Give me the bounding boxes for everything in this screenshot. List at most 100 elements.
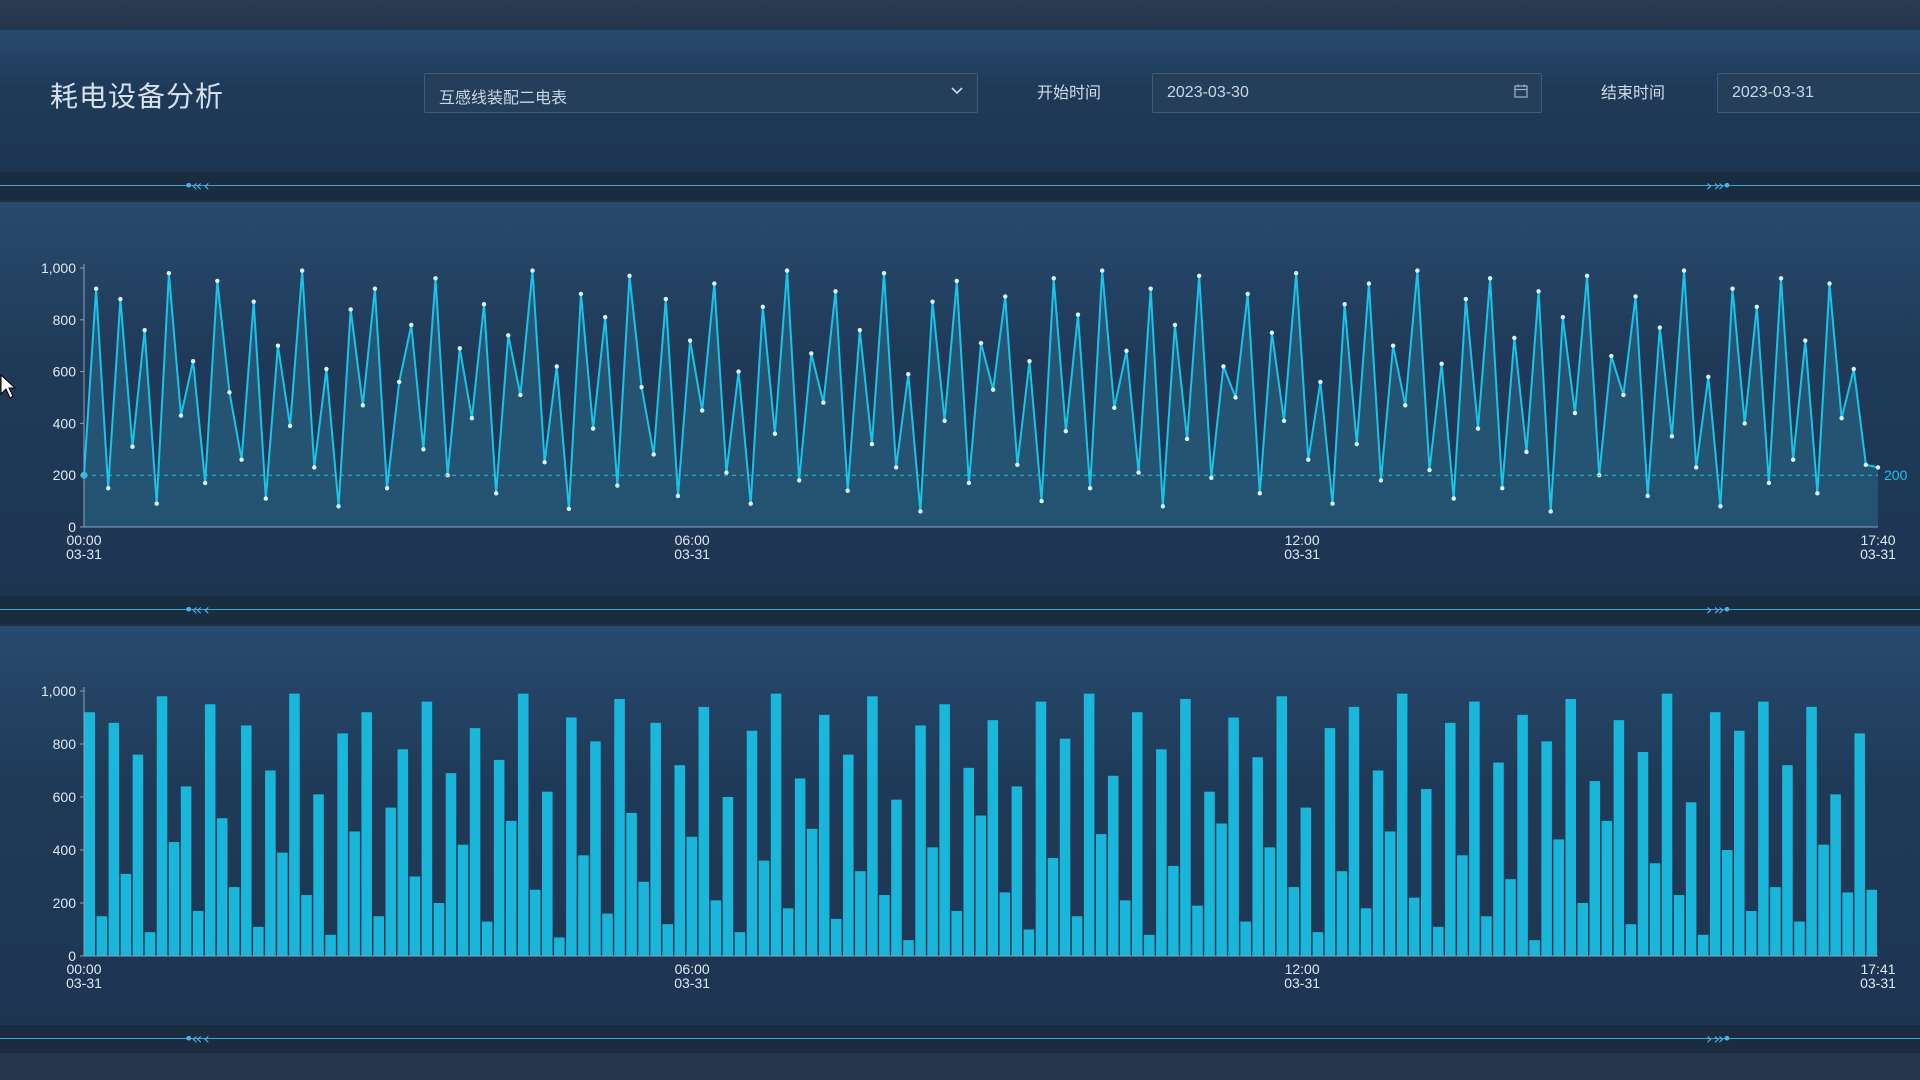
- line-point: [918, 509, 923, 514]
- bar: [1132, 712, 1143, 956]
- bar: [1770, 887, 1781, 956]
- line-point: [1754, 304, 1759, 310]
- bar: [1818, 844, 1829, 956]
- line-point: [1584, 273, 1590, 278]
- bar: [1806, 706, 1817, 956]
- bar: [674, 765, 686, 956]
- line-point: [1403, 403, 1408, 408]
- bar: [951, 910, 962, 956]
- line-point: [106, 485, 111, 491]
- bar: [1144, 934, 1155, 956]
- device-select[interactable]: 互感线装配二电表: [424, 73, 978, 113]
- left-arrows-icon: •‹‹ ‹: [184, 176, 210, 195]
- line-point: [1075, 312, 1081, 317]
- line-point: [1548, 509, 1553, 514]
- bar: [289, 693, 300, 956]
- bar: [108, 722, 120, 956]
- line-point: [1087, 485, 1093, 491]
- bar: [1613, 720, 1625, 956]
- line-point: [1051, 276, 1056, 281]
- bar: [445, 773, 457, 956]
- bar: [481, 921, 493, 956]
- line-point: [1136, 470, 1141, 475]
- line-point: [1100, 268, 1105, 273]
- bar-chart-y-tick-label: 400: [53, 842, 77, 858]
- line-point: [566, 506, 572, 512]
- device-select-value: 互感线装配二电表: [439, 90, 568, 107]
- line-point: [1524, 449, 1529, 455]
- bar: [1276, 696, 1288, 956]
- line-point: [469, 416, 475, 421]
- line-point: [1293, 270, 1299, 276]
- bar: [806, 828, 818, 956]
- line-point: [1063, 428, 1069, 434]
- line-point: [1148, 286, 1153, 291]
- bar-chart-x-tick-date: 03-31: [1284, 975, 1320, 991]
- bar: [686, 836, 698, 956]
- line-point: [154, 501, 159, 506]
- calendar-icon[interactable]: [1513, 83, 1529, 103]
- line-point: [421, 447, 426, 452]
- bar: [1047, 857, 1059, 956]
- line-point: [1221, 364, 1226, 369]
- line-point: [821, 400, 826, 405]
- bar: [855, 871, 866, 956]
- bar: [602, 913, 613, 956]
- bar: [1734, 730, 1745, 956]
- line-point: [578, 291, 584, 297]
- line-point: [1245, 291, 1250, 297]
- line-point: [627, 273, 632, 278]
- chevron-down-icon: [949, 82, 965, 103]
- line-point: [1172, 322, 1178, 328]
- line-point: [530, 268, 535, 273]
- bar: [554, 937, 565, 956]
- line-point: [166, 270, 172, 276]
- end-date-input[interactable]: 2023-03-31: [1717, 73, 1920, 113]
- bar: [626, 812, 637, 956]
- line-point: [1184, 436, 1190, 442]
- line-point: [275, 343, 281, 348]
- line-point: [639, 384, 644, 390]
- bar-chart-x-tick-date: 03-31: [1860, 975, 1896, 991]
- bar: [542, 791, 553, 956]
- bar: [517, 693, 529, 956]
- bar: [1782, 765, 1793, 956]
- line-point: [1742, 421, 1747, 426]
- bar: [1637, 751, 1649, 956]
- bar: [1252, 757, 1263, 956]
- bar: [1216, 823, 1227, 956]
- line-point: [1463, 296, 1469, 302]
- line-point: [336, 504, 341, 509]
- line-point: [1427, 467, 1432, 473]
- bar: [301, 895, 312, 956]
- line-point: [457, 346, 462, 351]
- bar: [1348, 706, 1360, 956]
- line-point: [1281, 418, 1287, 424]
- bar: [253, 926, 264, 956]
- page-title: 耗电设备分析: [50, 81, 225, 112]
- bar: [385, 807, 397, 956]
- bar: [373, 916, 385, 956]
- bar: [1529, 940, 1540, 956]
- line-point: [784, 268, 790, 273]
- line-point: [1366, 281, 1372, 286]
- line-point: [809, 351, 814, 356]
- line-point: [1487, 276, 1493, 281]
- line-point: [1815, 491, 1820, 496]
- bar: [1794, 921, 1805, 956]
- line-chart-x-tick-date: 03-31: [674, 546, 710, 562]
- bar: [830, 918, 842, 956]
- line-point: [554, 364, 559, 369]
- bar: [156, 696, 168, 956]
- bar: [891, 799, 902, 956]
- bar: [1565, 698, 1576, 956]
- line-point: [1233, 395, 1238, 400]
- start-date-input[interactable]: 2023-03-30: [1152, 73, 1542, 113]
- line-point: [215, 278, 220, 284]
- bar: [1372, 770, 1384, 956]
- bar: [1758, 701, 1769, 956]
- bar: [927, 847, 938, 956]
- bar: [349, 831, 360, 956]
- line-chart-y-tick-label: 200: [53, 467, 77, 483]
- line-point: [1439, 361, 1444, 367]
